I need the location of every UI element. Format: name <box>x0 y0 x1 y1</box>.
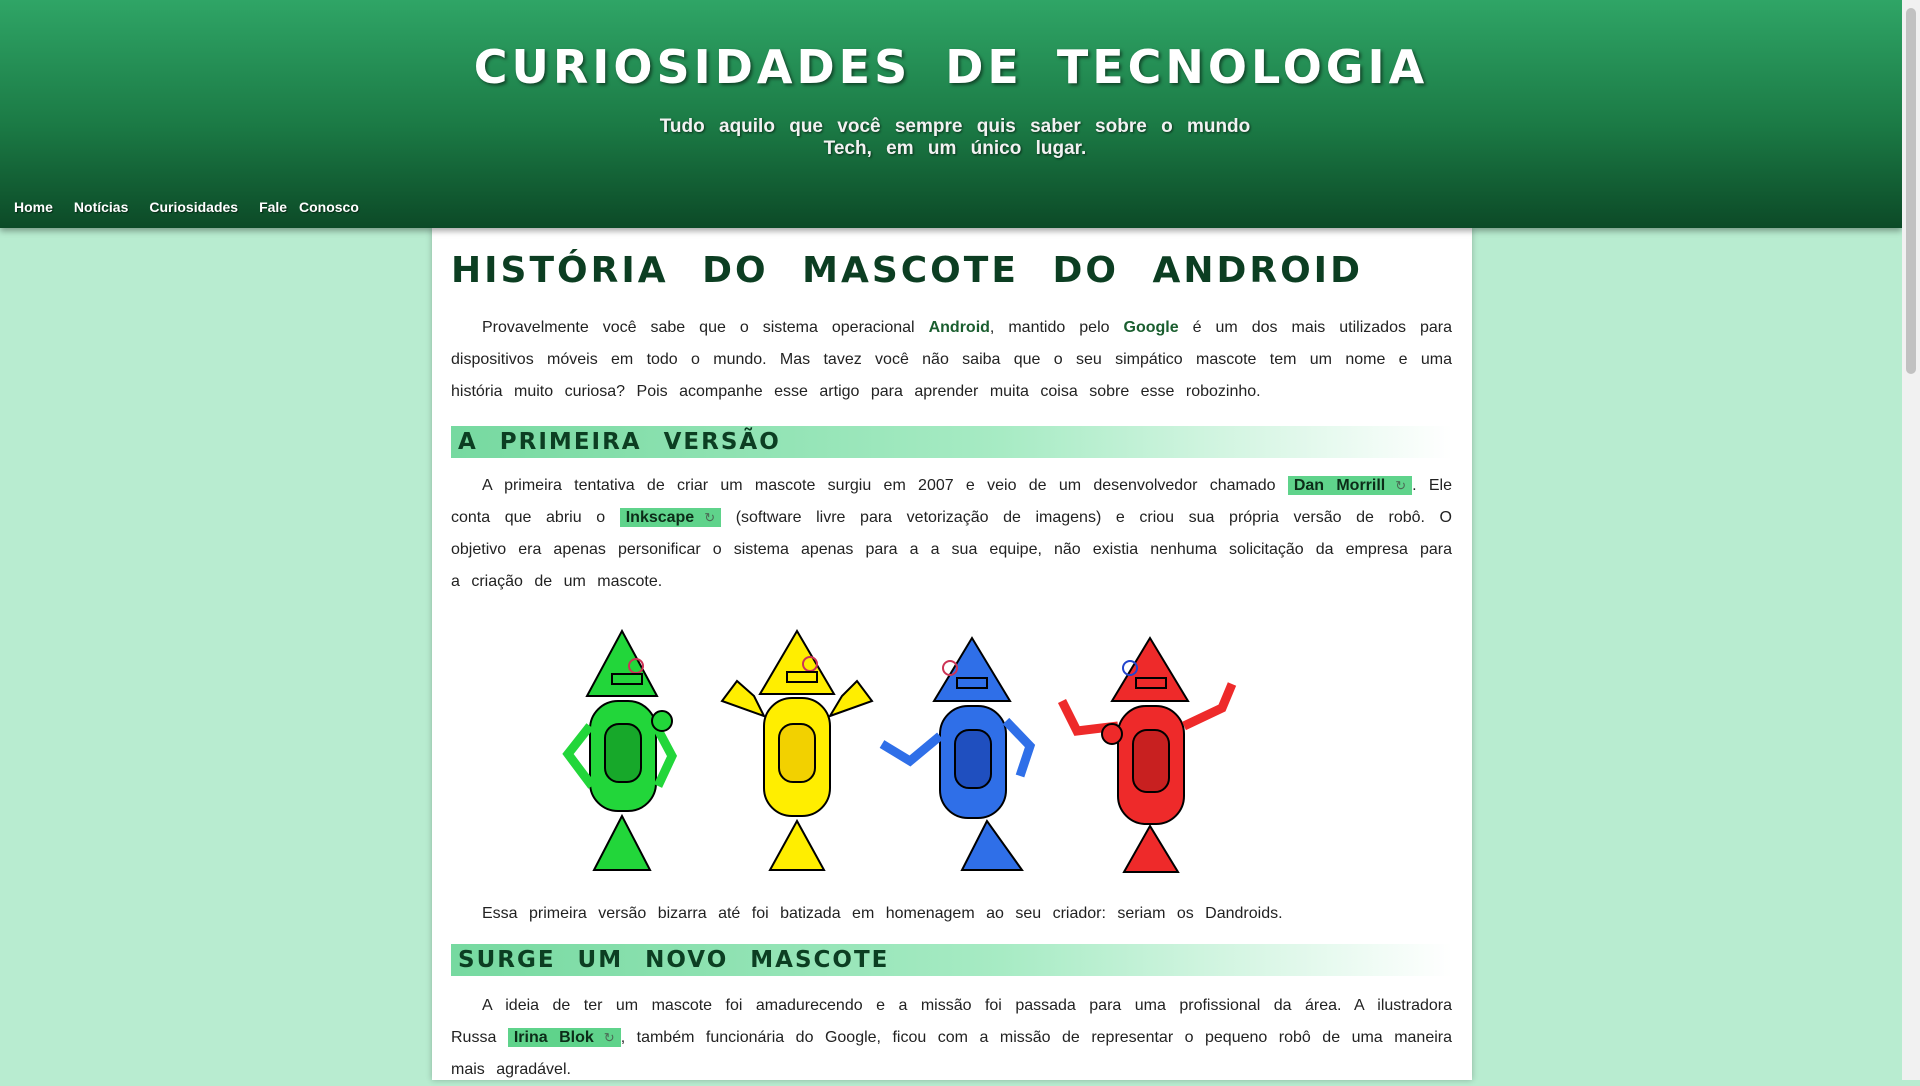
site-header: CURIOSIDADES DE TECNOLOGIA Tudo aquilo q… <box>0 0 1902 228</box>
caption-block: Essa primeira versão bizarra até foi bat… <box>451 898 1452 930</box>
irina-blok-link[interactable]: Irina Blok ↻ <box>507 1028 621 1047</box>
intro-paragraph: Provavelmente você sabe que o sistema op… <box>451 312 1452 408</box>
dandroids-image <box>562 628 1237 873</box>
inkscape-link[interactable]: Inkscape ↻ <box>619 508 722 527</box>
s1-text-1: A primeira tentativa de criar um mascote… <box>482 477 1288 494</box>
scrollbar-thumb[interactable] <box>1906 8 1916 374</box>
section1-block: A primeira tentativa de criar um mascote… <box>451 470 1452 598</box>
dan-morrill-link[interactable]: Dan Morrill ↻ <box>1287 476 1413 495</box>
dandroids-caption: Essa primeira versão bizarra até foi bat… <box>482 905 1283 922</box>
main-nav: Home Notícias Curiosidades Fale Conosco <box>14 199 359 215</box>
nav-curiosidades[interactable]: Curiosidades <box>149 199 238 215</box>
blue-robot <box>879 636 1036 871</box>
section-heading-primeira-versao: A Primeira Versão <box>451 426 1452 458</box>
dan-morrill-label: Dan Morrill <box>1293 477 1386 494</box>
intro-block: Provavelmente você sabe que o sistema op… <box>451 312 1452 408</box>
section2-paragraph: A ideia de ter um mascote foi amadurecen… <box>451 990 1452 1086</box>
intro-text-1: Provavelmente você sabe que o sistema op… <box>482 319 929 336</box>
intro-text-2: , mantido pelo <box>989 319 1124 336</box>
article-container: História do Mascote do Android Provavelm… <box>432 228 1472 1080</box>
external-link-icon: ↻ <box>704 510 716 525</box>
google-highlight: Google <box>1123 319 1179 336</box>
green-robot <box>562 628 678 871</box>
vertical-scrollbar[interactable] <box>1902 0 1920 1080</box>
android-highlight: Android <box>928 319 990 336</box>
external-link-icon: ↻ <box>1395 478 1407 493</box>
site-title: CURIOSIDADES DE TECNOLOGIA <box>473 40 1429 94</box>
inkscape-label: Inkscape <box>625 509 695 526</box>
yellow-robot <box>720 629 874 871</box>
external-link-icon: ↻ <box>603 1030 615 1045</box>
nav-home[interactable]: Home <box>14 199 53 215</box>
section1-paragraph: A primeira tentativa de criar um mascote… <box>451 470 1452 598</box>
site-subtitle: Tudo aquilo que você sempre quis saber s… <box>659 116 1251 159</box>
irina-blok-label: Irina Blok <box>513 1029 594 1046</box>
red-robot <box>1057 636 1237 873</box>
section-heading-novo-mascote: Surge um Novo Mascote <box>451 944 1452 976</box>
nav-fale-conosco[interactable]: Fale Conosco <box>259 199 359 215</box>
nav-noticias[interactable]: Notícias <box>74 199 128 215</box>
section2-block: A ideia de ter um mascote foi amadurecen… <box>451 990 1452 1086</box>
article-title: História do Mascote do Android <box>451 250 1363 291</box>
